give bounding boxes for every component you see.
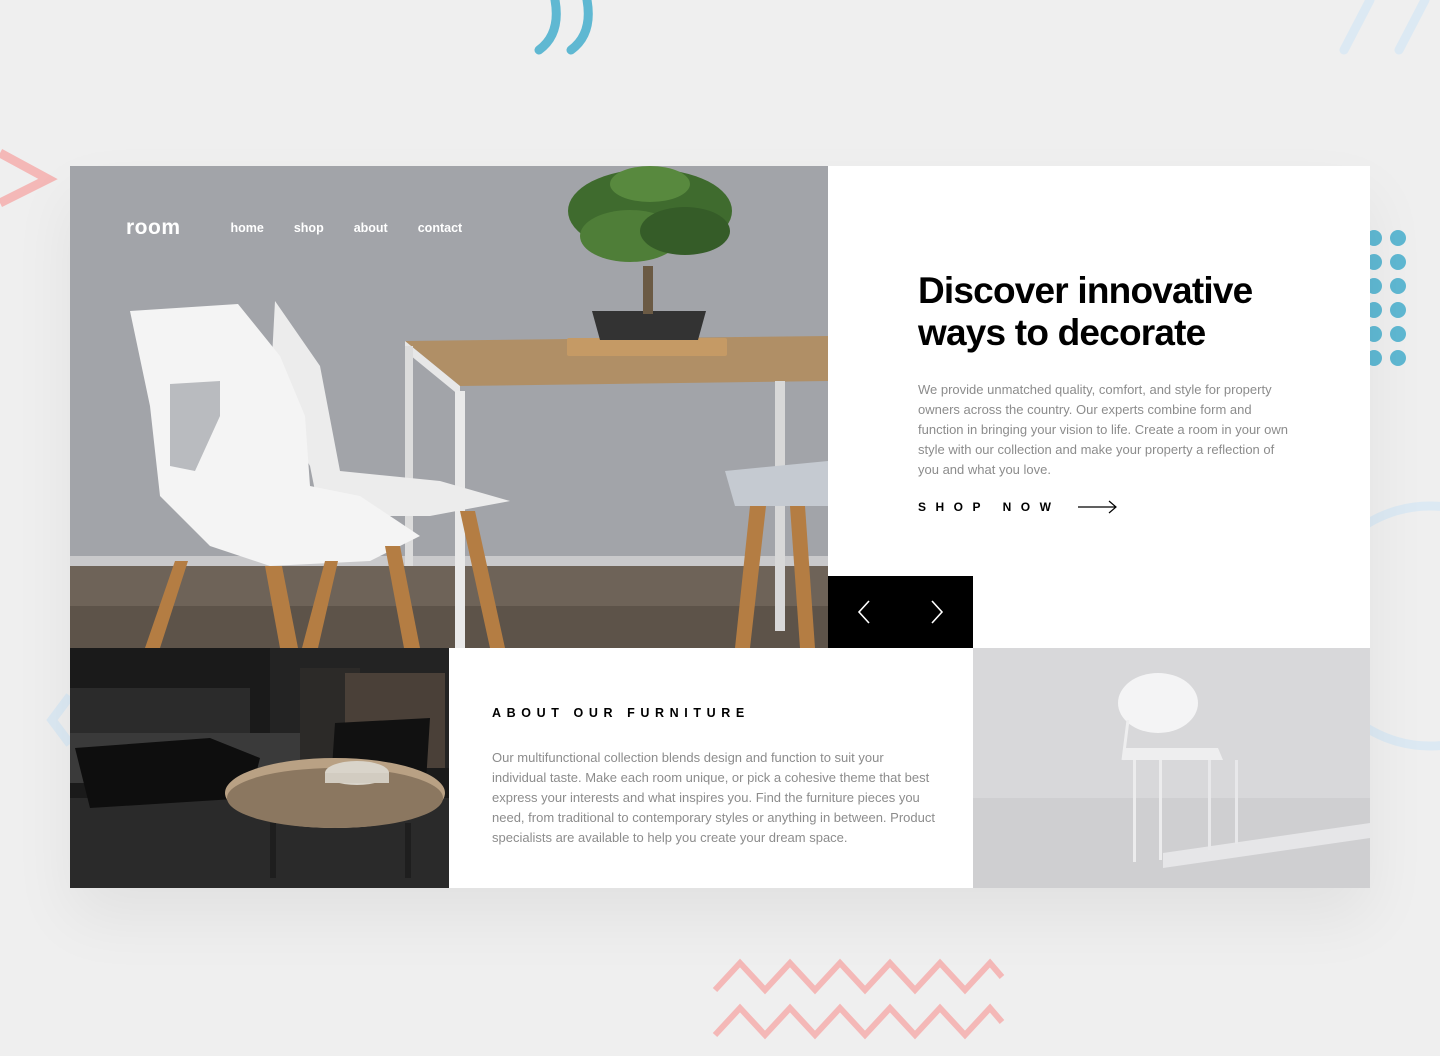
about-section: ABOUT OUR FURNITURE Our multifunctional … (449, 648, 973, 888)
nav-link-shop[interactable]: shop (294, 221, 324, 235)
nav-link-about[interactable]: about (354, 221, 388, 235)
slider-controls (828, 576, 973, 648)
dark-armchair-image (70, 648, 449, 888)
about-text: Our multifunctional collection blends de… (492, 750, 935, 845)
hero-title-line2: ways to decorate (918, 312, 1206, 353)
hero-title: Discover innovative ways to decorate (918, 270, 1298, 354)
dark-armchair-room-illustration (70, 648, 449, 888)
white-chair-image (973, 648, 1370, 888)
shop-now-button[interactable]: SHOP NOW (918, 500, 1298, 514)
slider-next-button[interactable] (901, 576, 974, 648)
pink-zigzag-decoration (712, 958, 1005, 1040)
nav-link-contact[interactable]: contact (418, 221, 462, 235)
main-card: room home shop about contact Discover in… (70, 166, 1370, 888)
arrow-right-icon (1078, 500, 1118, 514)
pink-chevron-decoration (0, 149, 58, 208)
lightblue-slashes-decoration (1339, 0, 1430, 55)
main-nav: room home shop about contact (126, 216, 492, 240)
chevron-left-icon (858, 600, 870, 624)
about-title: ABOUT OUR FURNITURE (492, 706, 750, 720)
hero-description: We provide unmatched quality, comfort, a… (918, 382, 1288, 477)
teal-double-curve-decoration (534, 0, 593, 55)
chevron-right-icon (931, 600, 943, 624)
white-chair-illustration (973, 648, 1370, 888)
teal-dots-decoration (1368, 230, 1406, 366)
logo[interactable]: room (126, 216, 181, 240)
nav-link-home[interactable]: home (231, 221, 264, 235)
shop-now-label: SHOP NOW (918, 500, 1061, 514)
hero-title-line1: Discover innovative (918, 270, 1253, 311)
hero-image: room home shop about contact (70, 166, 828, 648)
hero-content: Discover innovative ways to decorate We … (918, 270, 1298, 514)
slider-prev-button[interactable] (828, 576, 901, 648)
